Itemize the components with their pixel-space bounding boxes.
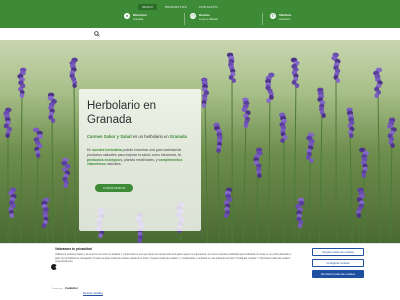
hero-body-text: naturales. bbox=[105, 162, 122, 167]
hero-body-text: , plantas medicinales, y bbox=[122, 157, 159, 162]
configure-cookies-button[interactable]: Configurar cookies bbox=[312, 259, 364, 267]
divider bbox=[262, 13, 263, 25]
lavender-flower bbox=[279, 112, 288, 143]
cookie-title: Valoramos tu privacidad bbox=[55, 247, 92, 251]
lavender-flower bbox=[33, 127, 43, 158]
hero-card: Herbolario en Granada Carmen Sabor y Sal… bbox=[79, 89, 201, 231]
clock-icon: ◷ bbox=[190, 13, 196, 19]
info-hours-title: Horario bbox=[199, 13, 210, 17]
cookie-text: Utilizamos cookies propias y de terceros… bbox=[55, 253, 292, 264]
info-hours[interactable]: ◷ Horario Lunes a Sábado bbox=[190, 13, 218, 21]
hero-body-strong: productos ecológicos bbox=[87, 157, 123, 162]
hero-body-strong: nuestra herbolaria bbox=[92, 148, 122, 152]
top-bar: INICIO PRODUCTOS CONTACTO ● Dirección Gr… bbox=[0, 0, 400, 28]
lavender-stem bbox=[20, 89, 23, 243]
cookiebot-brand: Cookiebot bbox=[65, 287, 78, 290]
nav-item-productos[interactable]: PRODUCTOS bbox=[161, 4, 191, 10]
hero-lead: Carmen Sabor y Salud es un herbolario en… bbox=[87, 134, 193, 140]
info-address-title: Dirección bbox=[133, 13, 147, 17]
lavender-stem bbox=[217, 144, 220, 243]
lavender-flower bbox=[346, 107, 355, 138]
info-address-subtitle: Granada bbox=[133, 18, 144, 21]
lavender-stem bbox=[204, 99, 209, 243]
lavender-flower bbox=[201, 77, 210, 108]
hero-lead-city: Granada bbox=[169, 134, 187, 139]
hero-lead-text: es un herbolario en bbox=[131, 134, 170, 139]
hero-body: En nuestra herbolaria podrás encontrar u… bbox=[87, 148, 193, 167]
lavender-flower bbox=[253, 147, 263, 179]
lavender-flower bbox=[290, 57, 300, 88]
phone-icon: ✆ bbox=[270, 13, 276, 19]
search-icon[interactable] bbox=[94, 31, 100, 37]
lavender-stem bbox=[349, 129, 353, 243]
info-phone-subtitle: Llámanos bbox=[279, 18, 291, 21]
lavender-stem bbox=[73, 79, 76, 243]
lavender-flower bbox=[223, 187, 233, 219]
info-hours-subtitle: Lunes a Sábado bbox=[199, 18, 218, 21]
lavender-flower bbox=[373, 67, 383, 98]
hero-lead-brand: Carmen Sabor y Salud bbox=[87, 134, 132, 139]
reject-all-cookies-button[interactable]: Rechazar todas las cookies bbox=[312, 270, 364, 278]
lavender-flower bbox=[241, 97, 251, 128]
accept-all-cookies-button[interactable]: Aceptar todas las cookies bbox=[312, 248, 364, 256]
lavender-flower bbox=[226, 52, 237, 83]
conocenos-button[interactable]: CONÓCENOS bbox=[95, 184, 134, 193]
location-icon: ● bbox=[124, 13, 130, 19]
lavender-stem bbox=[389, 139, 393, 243]
lavender-flower bbox=[295, 197, 305, 229]
cookie-powered-by: Powered by bbox=[52, 288, 63, 290]
lavender-flower bbox=[331, 52, 341, 83]
cookiebot-logo-icon bbox=[51, 264, 59, 270]
lavender-flower bbox=[317, 87, 326, 118]
lavender-stem bbox=[242, 119, 247, 243]
lavender-flower bbox=[387, 117, 397, 148]
info-phone-title: Teléfono bbox=[279, 13, 292, 17]
lavender-flower bbox=[47, 92, 57, 123]
lavender-flower bbox=[41, 197, 50, 229]
lavender-stem bbox=[64, 179, 67, 243]
cookie-details-link[interactable]: Mostrar detalles bbox=[83, 291, 103, 295]
hero-section: Herbolario en Granada Carmen Sabor y Sal… bbox=[0, 40, 400, 243]
lavender-flower bbox=[8, 187, 17, 219]
lavender-stem bbox=[293, 79, 297, 243]
lavender-stem bbox=[267, 94, 271, 243]
lavender-flower bbox=[69, 57, 78, 88]
lavender-flower bbox=[213, 122, 223, 153]
lavender-flower bbox=[3, 107, 12, 138]
lavender-stem bbox=[255, 169, 259, 243]
lavender-flower bbox=[305, 132, 315, 163]
nav-item-contacto[interactable]: CONTACTO bbox=[195, 4, 222, 10]
lavender-stem bbox=[377, 89, 381, 243]
lavender-stem bbox=[319, 109, 323, 243]
lavender-flower bbox=[61, 157, 71, 189]
lavender-flower bbox=[359, 147, 369, 179]
main-nav: INICIO PRODUCTOS CONTACTO bbox=[138, 4, 222, 10]
cookie-banner: Valoramos tu privacidad Utilizamos cooki… bbox=[0, 243, 400, 300]
search-row bbox=[0, 28, 400, 40]
hero-title: Herbolario en Granada bbox=[87, 100, 157, 126]
lavender-stem bbox=[51, 114, 54, 243]
info-address[interactable]: ● Dirección Granada bbox=[124, 13, 147, 21]
divider bbox=[184, 13, 185, 25]
lavender-flower bbox=[265, 72, 275, 103]
info-phone[interactable]: ✆ Teléfono Llámanos bbox=[270, 13, 291, 21]
lavender-flower bbox=[17, 67, 27, 98]
lavender-stem bbox=[35, 149, 39, 243]
nav-item-inicio[interactable]: INICIO bbox=[138, 4, 157, 10]
